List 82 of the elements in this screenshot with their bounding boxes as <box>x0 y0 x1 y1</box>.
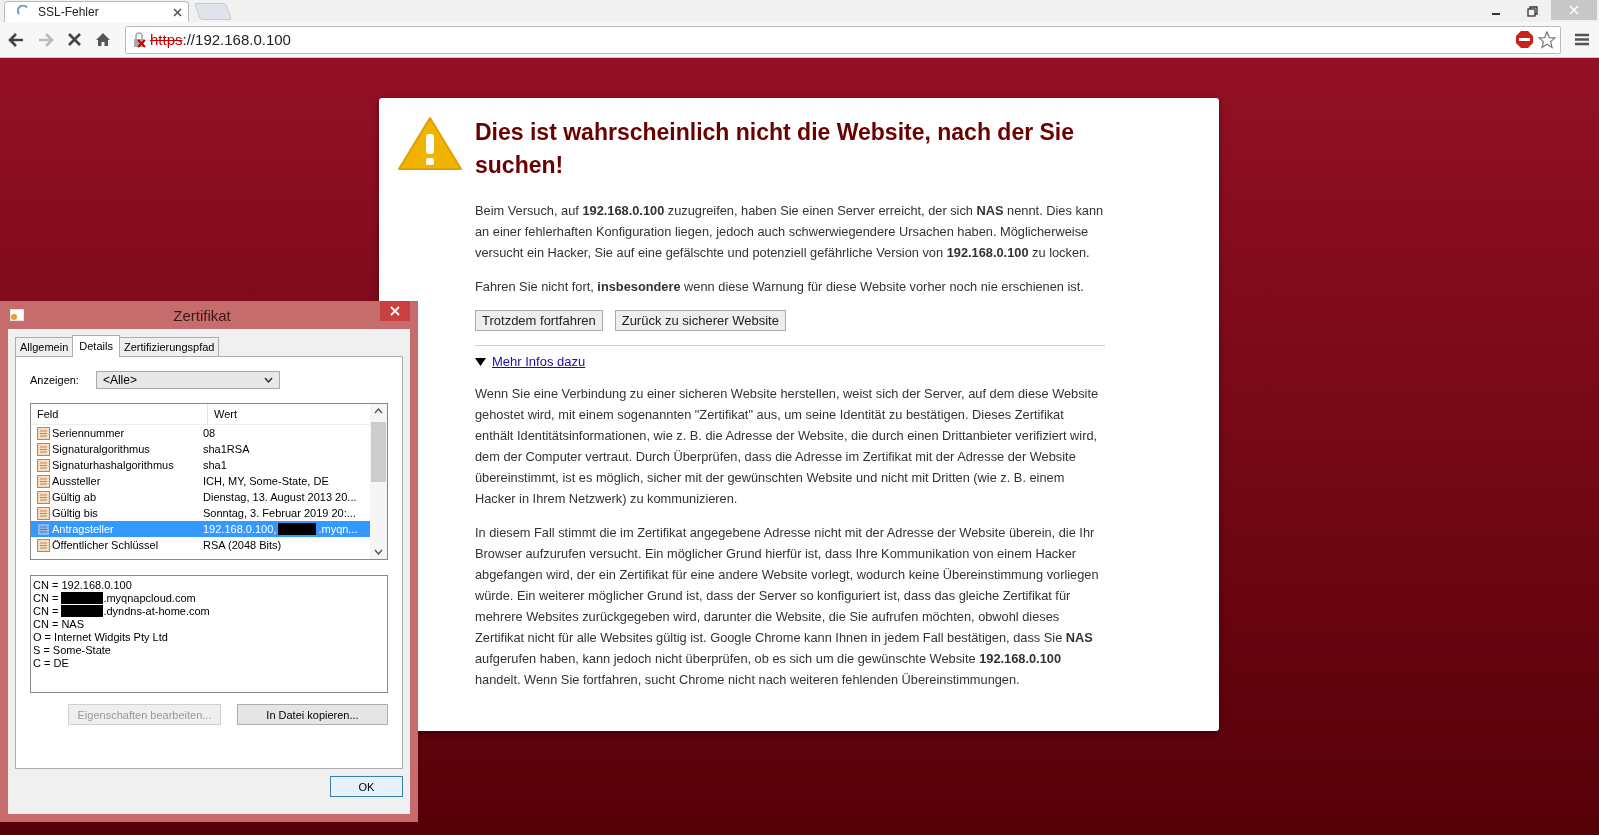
details-paragraph: In diesem Fall stimmt die im Zertifikat angegebene Adresse nicht mit der Adresse der Website überein, die Ihr Browser aufzurufen versucht. Ein möglicher Grund hierfür ist, dass Ihre Kommunikation von einem Hacker abgefangen wird, der ein Zertifikat für eine andere Website vorlegt, wodurch keine Übereinstimmung vorliegen würde. Ein weiterer möglicher Grund ist, dass der Server so konfiguriert ist, dass das gleiche Zertifikat für mehrere Websites zurückgegeben wird, darunter die Website, die Sie aufrufen möchten, obwohl dieses Zertifikat nicht für alle Websites gültig ist. Google Chrome kann Ihnen in jedem Fall bestätigen, dass Sie NAS aufgerufen haben, kann jedoch nicht überprüfen, ob es sich um die gewünschte Website 192.168.0.100 handelt. Wenn Sie fortfahren, sucht Chrome nicht nach weiteren fehlenden Übereinstimmungen. <box>475 524 1100 689</box>
action-button[interactable]: Zurück zu sicherer Website <box>614 310 786 331</box>
dropdown-caret-icon <box>263 377 273 383</box>
field-value: 08 <box>203 427 216 439</box>
field-name: Seriennummer <box>52 427 126 439</box>
address-bar[interactable]: https://192.168.0.100 <box>125 25 1561 54</box>
field-row[interactable]: Aussteller ICH, MY, Some-State, DE <box>31 473 370 489</box>
field-icon <box>37 474 50 488</box>
field-icon <box>37 490 50 504</box>
url-text: ://192.168.0.100 <box>182 31 291 48</box>
dialog-tab[interactable]: Zertifizierungspfad <box>118 337 220 356</box>
url-scheme: https <box>150 31 183 48</box>
field-value: Dienstag, 13. August 2013 20... <box>203 491 357 503</box>
field-icon <box>37 506 50 520</box>
dialog-tab[interactable]: Details <box>72 335 120 357</box>
field-row[interactable]: Signaturalgorithmus sha1RSA <box>31 441 370 457</box>
field-name: Signaturhashalgorithmus <box>52 459 175 471</box>
field-value: ICH, MY, Some-State, DE <box>203 475 329 487</box>
warning-title: Dies ist wahrscheinlich nicht die Website, nach der Sie suchen! <box>475 118 1076 180</box>
detail-line: S = Some-State <box>33 643 111 656</box>
show-label: Anzeigen: <box>30 374 79 386</box>
star-icon[interactable] <box>1538 30 1556 49</box>
dialog-tab[interactable]: Allgemein <box>15 337 74 356</box>
home-icon[interactable] <box>95 32 111 47</box>
scroll-down-icon[interactable] <box>374 549 383 555</box>
broken-lock-icon <box>132 31 148 48</box>
menu-icon[interactable] <box>1575 33 1589 46</box>
field-value: sha1RSA <box>203 443 250 455</box>
column-header[interactable]: Feld <box>31 404 208 424</box>
detail-line: .myqnapcloud.com <box>103 591 196 604</box>
field-icon <box>37 522 50 536</box>
close-icon[interactable] <box>173 7 182 17</box>
certificate-icon <box>10 309 24 321</box>
field-icon <box>37 442 50 456</box>
action-button[interactable]: Trotzdem fortfahren <box>475 310 603 331</box>
detail-line: .dyndns-at-home.com <box>103 604 210 617</box>
field-value: Sonntag, 3. Februar 2019 20:... <box>203 507 356 519</box>
field-row[interactable]: Gültig bis Sonntag, 3. Februar 2019 20:... <box>31 505 370 521</box>
detail-line: CN = 192.168.0.100 <box>33 578 132 591</box>
detail-line: CN = <box>33 604 59 617</box>
redaction-bar <box>61 604 104 617</box>
column-header[interactable]: Wert <box>208 408 238 420</box>
detail-line: CN = NAS <box>33 617 85 630</box>
close-icon <box>390 306 400 316</box>
field-icon <box>37 426 50 440</box>
field-value: RSA (2048 Bits) <box>203 539 282 551</box>
field-icon <box>37 458 50 472</box>
warning-paragraph: Fahren Sie nicht fort, insbesondere wenn diese Warnung für diese Website vorher noch nie erschienen ist. <box>475 278 1085 296</box>
detail-line: C = DE <box>33 656 69 669</box>
scroll-up-icon[interactable] <box>374 408 383 414</box>
field-name: Signaturalgorithmus <box>52 443 151 455</box>
scrollbar-thumb[interactable] <box>371 422 386 482</box>
details-paragraph: Wenn Sie eine Verbindung zu einer sicheren Website herstellen, weist sich der Server, auf dem diese Website gehostet wird, mit einem sogenannten "Zertifikat" aus, um seine Identität zu bestätigen. Dieses Zertifikat enthält Identitätsinformationen, wie z. B. die Adresse der Website, die durch einen Drittanbieter verifiziert wird, dem der Computer vertraut. Durch Überprüfen, dass die Adresse im Zertifikat mit der Adresse der Website übereinstimmt, ist es möglich, sicher mit der gewünschten Website und nicht mit Dritten (wie z. B. einem Hacker in Ihrem Netzwerk) zu kommunizieren. <box>475 385 1100 508</box>
browser-tab[interactable]: SSL-Fehler <box>4 1 189 22</box>
field-value: sha1 <box>203 459 227 471</box>
field-row[interactable]: Gültig ab Dienstag, 13. August 2013 20... <box>31 489 370 505</box>
more-info-link[interactable]: Mehr Infos dazu <box>492 354 586 369</box>
field-name: Antragsteller <box>52 523 115 535</box>
detail-line: CN = <box>33 591 59 604</box>
field-icon <box>37 538 50 552</box>
field-name: Gültig ab <box>52 491 98 503</box>
close-icon <box>1569 5 1579 15</box>
field-value: .myqn... <box>318 523 358 535</box>
tab-title: SSL-Fehler <box>38 5 100 19</box>
close-button[interactable] <box>380 301 410 321</box>
field-row[interactable]: Öffentlicher Schlüssel RSA (2048 Bits) <box>31 537 370 553</box>
field-row[interactable]: Signaturhashalgorithmus sha1 <box>31 457 370 473</box>
dialog-button[interactable]: In Datei kopieren... <box>237 704 388 725</box>
stop-icon[interactable] <box>68 33 81 46</box>
field-name: Öffentlicher Schlüssel <box>52 539 160 551</box>
dialog-title: Zertifikat <box>172 306 232 324</box>
field-name: Aussteller <box>52 475 102 487</box>
field-row[interactable]: Seriennummer 08 <box>31 425 370 441</box>
detail-line: O = Internet Widgits Pty Ltd <box>33 630 168 643</box>
restore-icon[interactable] <box>1527 5 1538 17</box>
ok-button[interactable]: OK <box>330 776 403 797</box>
warning-paragraph: Beim Versuch, auf 192.168.0.100 zuzugreifen, haben Sie einen Server erreicht, der sich NAS nennt. Dies kann an einer fehlerhaften Konfiguration liegen, jedoch auch schwerwiegendere Ursachen haben. Möglicherweise versucht ein Hacker, Sie auf eine gefälschte und potenziell gefährliche Version von 192.168.0.100 zu locken. <box>475 202 1105 262</box>
redaction-bar <box>61 591 104 604</box>
field-name: Gültig bis <box>52 507 99 519</box>
show-dropdown[interactable]: <Alle> <box>95 371 280 389</box>
warning-icon <box>397 116 463 172</box>
back-icon[interactable] <box>8 32 24 47</box>
